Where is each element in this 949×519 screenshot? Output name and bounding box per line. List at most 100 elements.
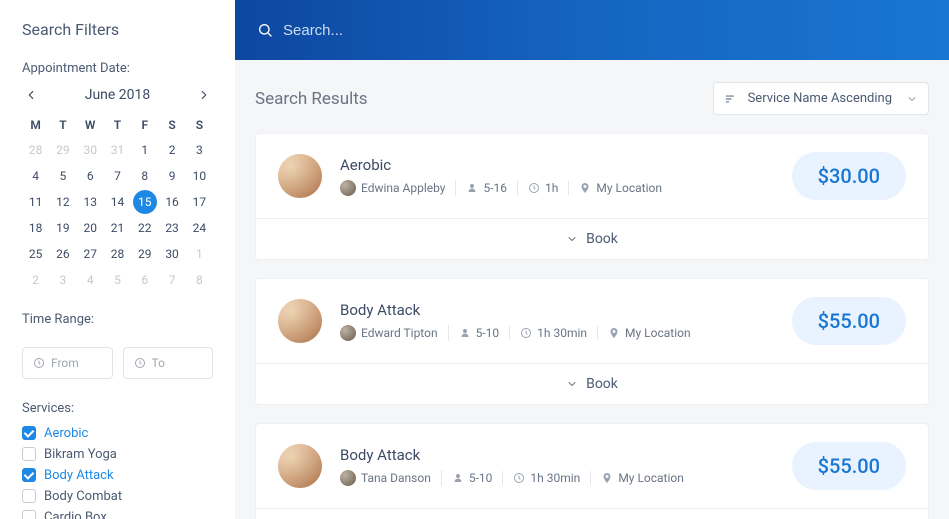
calendar-day[interactable]: 5 xyxy=(49,164,76,188)
calendar-day[interactable]: 12 xyxy=(49,190,76,214)
location-meta: My Location xyxy=(598,326,701,340)
capacity-meta: 5-16 xyxy=(456,181,518,195)
result-card: Body Attack Edward Tipton 5-10 1h 30min My L… xyxy=(255,278,929,405)
service-label: Body Combat xyxy=(44,490,122,503)
calendar-day[interactable]: 10 xyxy=(186,164,213,188)
calendar-day[interactable]: 3 xyxy=(186,138,213,162)
calendar-dow: S xyxy=(186,114,213,136)
person-icon xyxy=(459,327,471,339)
calendar-day[interactable]: 13 xyxy=(77,190,104,214)
calendar-day[interactable]: 9 xyxy=(158,164,185,188)
chevron-right-icon xyxy=(197,88,211,102)
calendar-day[interactable]: 26 xyxy=(49,242,76,266)
checkbox[interactable] xyxy=(22,447,36,461)
calendar-day[interactable]: 8 xyxy=(131,164,158,188)
clock-icon xyxy=(513,472,525,484)
calendar-day[interactable]: 7 xyxy=(104,164,131,188)
calendar-day[interactable]: 31 xyxy=(104,138,131,162)
sort-label: Service Name Ascending xyxy=(748,91,892,106)
duration-meta: 1h 30min xyxy=(503,471,591,485)
calendar-day[interactable]: 7 xyxy=(158,268,185,292)
calendar-day[interactable]: 21 xyxy=(104,216,131,240)
time-from-placeholder: From xyxy=(51,356,79,370)
sidebar-title: Search Filters xyxy=(22,20,213,39)
service-title: Body Attack xyxy=(340,301,792,319)
calendar-day[interactable]: 4 xyxy=(77,268,104,292)
checkbox[interactable] xyxy=(22,510,36,519)
calendar-dow: F xyxy=(131,114,158,136)
calendar-day[interactable]: 4 xyxy=(22,164,49,188)
search-input[interactable] xyxy=(283,22,927,39)
staff-name: Edward Tipton xyxy=(361,326,438,340)
service-item[interactable]: Body Attack xyxy=(22,468,213,482)
book-button[interactable]: Book xyxy=(256,363,928,404)
calendar-day[interactable]: 28 xyxy=(22,138,49,162)
calendar-dow: M xyxy=(22,114,49,136)
service-avatar xyxy=(278,444,322,488)
main: Search Results Service Name Ascending Ae… xyxy=(235,0,949,519)
calendar-day[interactable]: 19 xyxy=(49,216,76,240)
calendar-day[interactable]: 6 xyxy=(77,164,104,188)
book-button[interactable]: Book xyxy=(256,508,928,519)
services-label: Services: xyxy=(22,401,213,416)
time-from-input[interactable]: From xyxy=(22,347,113,379)
calendar-prev-button[interactable] xyxy=(22,86,40,104)
capacity-meta: 5-10 xyxy=(449,326,511,340)
service-label: Cardio Box xyxy=(44,511,107,519)
calendar-day[interactable]: 27 xyxy=(77,242,104,266)
clock-icon xyxy=(528,182,540,194)
time-to-input[interactable]: To xyxy=(123,347,214,379)
calendar-day[interactable]: 3 xyxy=(49,268,76,292)
staff-name: Tana Danson xyxy=(361,471,431,485)
calendar-day[interactable]: 28 xyxy=(104,242,131,266)
service-item[interactable]: Aerobic xyxy=(22,426,213,440)
price-pill: $55.00 xyxy=(792,442,906,490)
calendar-day[interactable]: 1 xyxy=(186,242,213,266)
result-card: AerobicEdwina Appleby5-161hMy Location$3… xyxy=(255,133,929,260)
calendar-day[interactable]: 29 xyxy=(131,242,158,266)
topbar xyxy=(235,0,949,60)
calendar-day[interactable]: 5 xyxy=(104,268,131,292)
staff-meta: Edwina Appleby xyxy=(340,180,456,196)
result-card: Body AttackTana Danson5-101h 30minMy Loc… xyxy=(255,423,929,519)
calendar-day[interactable]: 30 xyxy=(77,138,104,162)
calendar-day[interactable]: 20 xyxy=(77,216,104,240)
duration-value: 1h 30min xyxy=(537,326,587,340)
chevron-down-icon xyxy=(566,233,578,245)
location-value: My Location xyxy=(618,471,684,485)
service-item[interactable]: Cardio Box xyxy=(22,510,213,519)
calendar-day[interactable]: 22 xyxy=(131,216,158,240)
service-item[interactable]: Bikram Yoga xyxy=(22,447,213,461)
staff-meta: Edward Tipton xyxy=(340,325,449,341)
calendar-day[interactable]: 29 xyxy=(49,138,76,162)
book-label: Book xyxy=(586,376,618,392)
calendar-day[interactable]: 23 xyxy=(158,216,185,240)
calendar-day[interactable]: 25 xyxy=(22,242,49,266)
calendar-day[interactable]: 18 xyxy=(22,216,49,240)
calendar-day[interactable]: 15 xyxy=(133,190,157,214)
calendar-day[interactable]: 30 xyxy=(158,242,185,266)
calendar-day[interactable]: 11 xyxy=(22,190,49,214)
clock-icon xyxy=(520,327,532,339)
calendar-day[interactable]: 16 xyxy=(158,190,185,214)
calendar-day[interactable]: 14 xyxy=(104,190,131,214)
calendar-day[interactable]: 1 xyxy=(131,138,158,162)
sort-select[interactable]: Service Name Ascending xyxy=(713,82,929,115)
calendar-day[interactable]: 2 xyxy=(158,138,185,162)
capacity-meta: 5-10 xyxy=(442,471,504,485)
calendar-day[interactable]: 17 xyxy=(186,190,213,214)
checkbox[interactable] xyxy=(22,468,36,482)
service-label: Bikram Yoga xyxy=(44,448,117,461)
calendar-day[interactable]: 6 xyxy=(131,268,158,292)
chevron-down-icon xyxy=(906,93,918,105)
checkbox[interactable] xyxy=(22,426,36,440)
book-button[interactable]: Book xyxy=(256,218,928,259)
person-icon xyxy=(466,182,478,194)
calendar-next-button[interactable] xyxy=(195,86,213,104)
checkbox[interactable] xyxy=(22,489,36,503)
location-value: My Location xyxy=(596,181,662,195)
calendar-day[interactable]: 24 xyxy=(186,216,213,240)
calendar-day[interactable]: 2 xyxy=(22,268,49,292)
service-item[interactable]: Body Combat xyxy=(22,489,213,503)
calendar-day[interactable]: 8 xyxy=(186,268,213,292)
